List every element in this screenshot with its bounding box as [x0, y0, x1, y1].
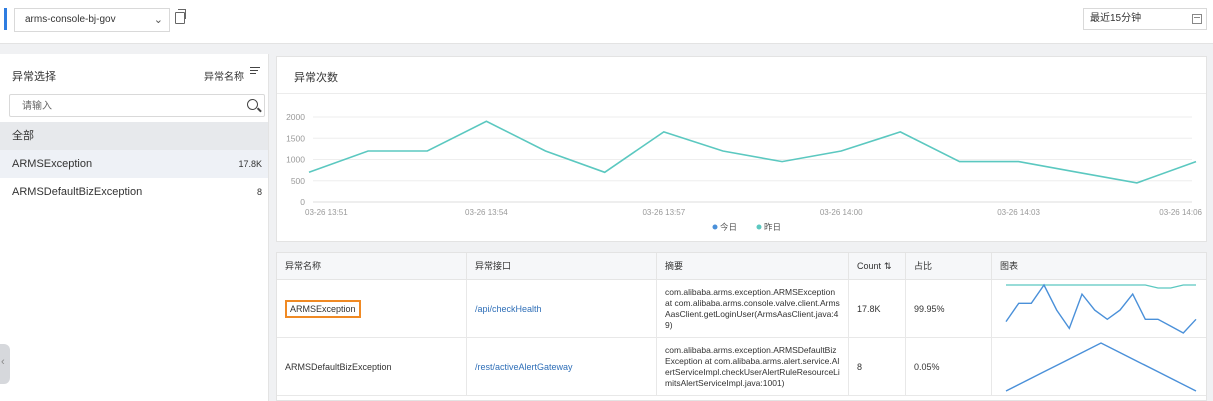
count-cell: 17.8K [849, 280, 906, 338]
sparkline-line [1005, 283, 1197, 334]
exception-selector-panel: 异常选择 异常名称 全部 ARMSException 17.8K ARMSDef… [0, 54, 269, 401]
list-item[interactable]: ARMSException 17.8K [0, 150, 268, 178]
line-chart: 0 500 1000 1500 2000 03-26 13:51 03-26 13:54 03… [286, 112, 1202, 232]
sparkline-reference-line [1006, 284, 1196, 289]
summary-cell: com.alibaba.arms.exception.ARMSDefaultBi… [657, 338, 849, 396]
sparkline-cell [992, 338, 1206, 396]
sort-label[interactable]: 异常名称 [204, 68, 244, 83]
collapse-handle[interactable] [0, 344, 10, 384]
api-link[interactable]: /api/checkHealth [467, 280, 657, 338]
column-header: 占比 [906, 253, 992, 280]
search-icon[interactable] [247, 99, 258, 110]
sort-icon[interactable] [250, 67, 261, 77]
time-range-label: 最近15分钟 [1090, 13, 1142, 24]
list-item-label: 全部 [12, 130, 34, 142]
y-tick-label: 0 [300, 197, 305, 207]
summary-text: com.alibaba.arms.exception.ARMSDefaultBi… [665, 345, 840, 388]
x-tick-label: 03-26 14:06 [1159, 208, 1202, 217]
calendar-icon [1192, 14, 1202, 24]
list-item-count: 8 [256, 187, 262, 197]
x-tick-label: 03-26 14:03 [997, 208, 1040, 217]
column-header: 摘要 [657, 253, 849, 280]
search-input[interactable] [22, 99, 222, 113]
table-header: 异常名称 异常接口 摘要 Count ⇅ 占比 图表 [277, 253, 1206, 280]
ratio-cell: 0.05% [906, 338, 992, 396]
list-item-all[interactable]: 全部 [0, 122, 268, 150]
accent-bar [4, 8, 7, 30]
search-box[interactable] [9, 94, 265, 117]
app-name: arms-console-bj-gov [25, 14, 116, 25]
column-header: 异常接口 [467, 253, 657, 280]
legend-marker [756, 224, 762, 230]
column-header: 图表 [1000, 261, 1019, 271]
sparkline-line [1005, 342, 1197, 392]
legend-label: 昨日 [764, 222, 781, 232]
time-range-selector[interactable]: 最近15分钟 [1083, 8, 1207, 30]
api-link[interactable]: /rest/activeAlertGateway [467, 338, 657, 396]
x-tick-label: 03-26 13:51 [305, 208, 348, 217]
y-tick-label: 1000 [286, 155, 305, 165]
series-line-昨日 [308, 120, 1197, 184]
table-row: ARMSDefaultBizException /rest/activeAler… [277, 338, 1206, 396]
sparkline [1005, 283, 1197, 334]
column-header-label: Count [857, 261, 882, 271]
legend-marker [712, 224, 718, 230]
exception-name-highlight[interactable]: ARMSException [285, 300, 361, 318]
app-selector[interactable]: arms-console-bj-gov ⌄ [14, 8, 170, 32]
column-header-count[interactable]: Count ⇅ [849, 253, 906, 280]
top-bar: arms-console-bj-gov ⌄ 最近15分钟 [0, 0, 1213, 44]
exception-count-chart-card: 异常次数 0 500 1000 1500 2000 03-26 13:51 03-26 13… [276, 56, 1207, 242]
list-item-label: ARMSException [12, 158, 93, 170]
y-tick-label: 1500 [286, 133, 305, 143]
x-tick-label: 03-26 13:54 [465, 208, 508, 217]
y-tick-label: 2000 [286, 112, 305, 122]
sparkline-cell [992, 280, 1206, 338]
ratio-cell: 99.95% [906, 280, 992, 338]
sort-icon[interactable]: ⇅ [884, 261, 892, 271]
table-row: ARMSException /api/checkHealth com.aliba… [277, 280, 1206, 338]
summary-text: com.alibaba.arms.exception.ARMSException… [665, 287, 840, 330]
column-header: 异常名称 [277, 253, 467, 280]
count-cell: 8 [849, 338, 906, 396]
x-tick-label: 03-26 14:00 [820, 208, 863, 217]
list-item-label: ARMSDefaultBizException [12, 186, 143, 198]
list-item-count: 17.8K [238, 159, 262, 169]
exception-name-cell: ARMSException [277, 280, 467, 338]
exception-table: 异常名称 异常接口 摘要 Count ⇅ 占比 图表 ARMSException … [276, 252, 1207, 401]
y-tick-label: 500 [291, 176, 305, 186]
summary-cell: com.alibaba.arms.exception.ARMSException… [657, 280, 849, 338]
legend-label: 今日 [720, 222, 737, 232]
sparkline [1005, 342, 1197, 392]
exception-name-cell: ARMSDefaultBizException [277, 338, 467, 396]
x-tick-label: 03-26 13:57 [642, 208, 685, 217]
list-item[interactable]: ARMSDefaultBizException 8 [0, 178, 268, 206]
chevron-down-icon: ⌄ [153, 14, 163, 26]
copy-icon[interactable] [175, 9, 186, 24]
panel-title: 异常选择 [12, 71, 56, 83]
